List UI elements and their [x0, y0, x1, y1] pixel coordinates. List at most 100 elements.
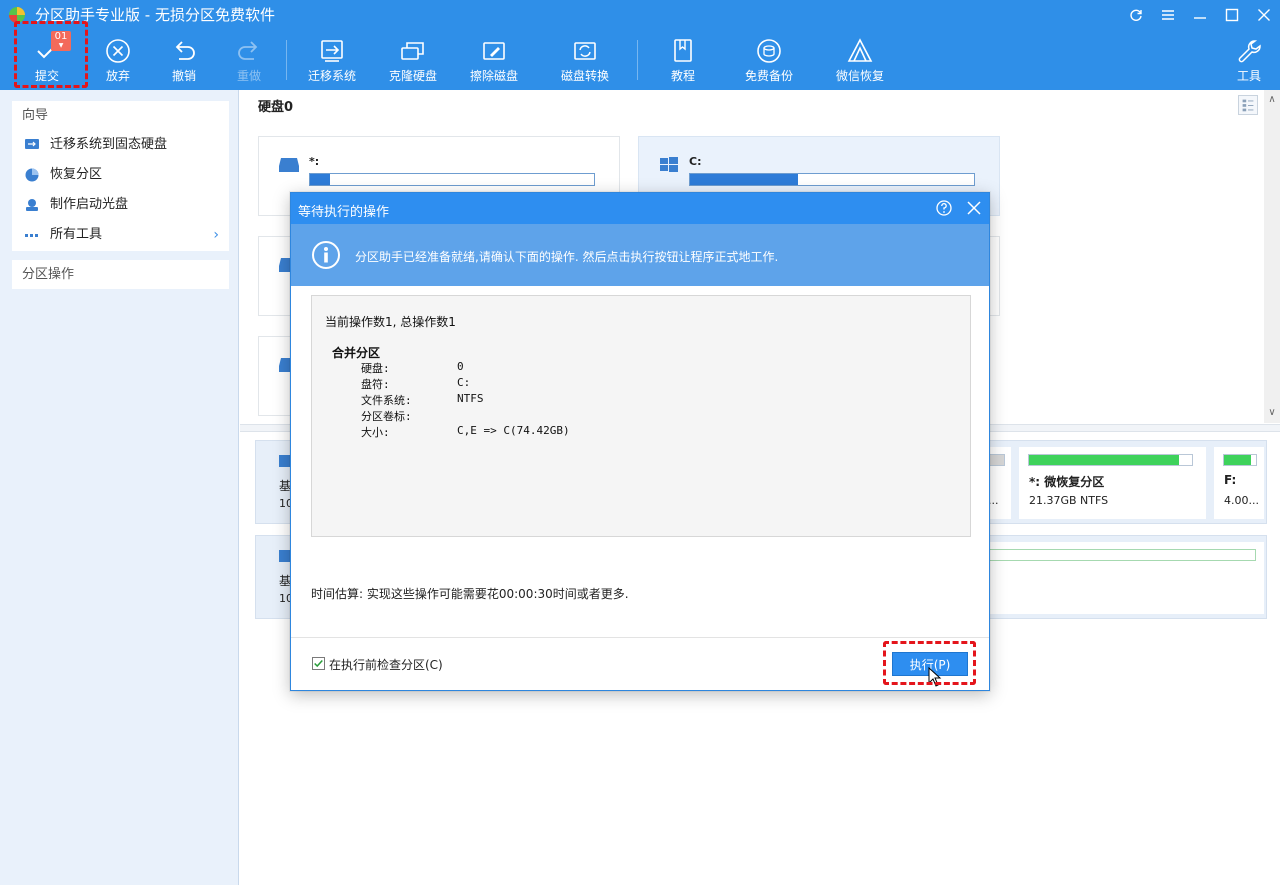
- info-icon: [312, 241, 340, 269]
- wipe-disk-icon: [483, 42, 505, 60]
- execute-highlight-box: [883, 641, 976, 685]
- detail-key: 大小:: [361, 426, 390, 439]
- toolbar-divider: [637, 40, 638, 80]
- partition-ops-title: 分区操作: [22, 267, 75, 282]
- partition-name: C:: [689, 155, 702, 168]
- sidebar-item-all-tools[interactable]: 所有工具 ›: [12, 220, 229, 250]
- chevron-right-icon: ›: [213, 227, 219, 243]
- detail-value: NTFS: [457, 392, 484, 405]
- help-icon[interactable]: [935, 199, 953, 217]
- commit-highlight-box: [14, 21, 88, 88]
- drive-icon: [279, 158, 299, 172]
- tools-label: 工具: [1236, 69, 1261, 83]
- time-estimate: 时间估算: 实现这些操作可能需要花00:00:30时间或者更多.: [311, 587, 629, 601]
- undo-button[interactable]: 撤销: [148, 36, 220, 88]
- wrench-icon: [1238, 40, 1261, 63]
- bootable-disc-icon: [26, 199, 38, 211]
- sidebar: 向导 迁移系统到固态硬盘 恢复分区 制作启动光盘 所有工具 › 分区操作: [0, 90, 239, 885]
- sidebar-item-bootable-disc[interactable]: 制作启动光盘: [12, 190, 229, 220]
- redo-button[interactable]: 重做: [213, 36, 285, 88]
- window-controls: [1120, 0, 1280, 30]
- wizard-title: 向导: [22, 108, 49, 123]
- wechat-recovery-button[interactable]: 微信恢复: [824, 36, 896, 88]
- migrate-os-icon: [321, 40, 343, 62]
- discard-label: 放弃: [105, 69, 130, 83]
- partition-name: *:: [309, 155, 320, 168]
- checkmark-icon: [314, 660, 323, 668]
- tools-button[interactable]: 工具: [1213, 36, 1280, 88]
- wizard-panel: 向导 迁移系统到固态硬盘 恢复分区 制作启动光盘 所有工具 ›: [12, 101, 229, 251]
- tutorial-button[interactable]: 教程: [647, 36, 719, 88]
- banner-text: 分区助手已经准备就绪,请确认下面的操作. 然后点击执行按钮让程序正式地工作.: [355, 250, 779, 264]
- book-icon: [674, 39, 692, 62]
- free-backup-button[interactable]: 免费备份: [733, 36, 805, 88]
- dialog-title: 等待执行的操作: [298, 205, 390, 220]
- scroll-up-icon[interactable]: ∧: [1264, 92, 1280, 108]
- clone-disk-icon: [401, 42, 424, 60]
- convert-disk-button[interactable]: 磁盘转换: [549, 36, 621, 88]
- operations-list: 当前操作数1, 总操作数1 合并分区 硬盘: 0 盘符: C: 文件系统: NTFS …: [311, 295, 971, 537]
- migrate-os-button[interactable]: 迁移系统: [296, 36, 368, 88]
- wechat-recovery-icon: [847, 38, 873, 62]
- discard-button[interactable]: 放弃: [82, 36, 154, 88]
- close-icon[interactable]: [965, 199, 983, 217]
- close-window-icon[interactable]: [1248, 0, 1280, 30]
- partition-info: 4.00...: [1224, 494, 1259, 507]
- pending-operations-dialog: 等待执行的操作 分区助手已经准备就绪,请确认下面的操作. 然后点击执行按钮让程序…: [290, 192, 990, 691]
- detail-key: 文件系统:: [361, 394, 412, 407]
- dialog-header: 等待执行的操作: [291, 193, 989, 224]
- convert-disk-label: 磁盘转换: [560, 69, 609, 83]
- backup-icon: [757, 39, 781, 63]
- partition-card-recovery[interactable]: *: 微恢复分区 21.37GB NTFS: [1019, 447, 1206, 519]
- refresh-icon[interactable]: [1120, 0, 1152, 30]
- menu-icon[interactable]: [1152, 0, 1184, 30]
- partition-card-f[interactable]: F: 4.00...: [1214, 447, 1264, 519]
- migrate-ssd-icon: [25, 139, 39, 149]
- dialog-divider: [291, 637, 989, 638]
- detail-value: 0: [457, 360, 464, 373]
- sidebar-item-label: 制作启动光盘: [50, 197, 129, 212]
- partition-usage-bar: [986, 549, 1256, 561]
- view-toggle-button[interactable]: [1238, 95, 1258, 115]
- sidebar-item-label: 所有工具: [50, 227, 103, 242]
- partition-name: F:: [1224, 473, 1237, 487]
- migrate-os-label: 迁移系统: [307, 69, 356, 83]
- partition-ops-panel: 分区操作: [12, 260, 229, 289]
- sidebar-item-label: 迁移系统到固态硬盘: [50, 137, 168, 152]
- partition-info: 21.37GB NTFS: [1029, 494, 1109, 507]
- partition-usage-bar: [309, 173, 595, 186]
- check-before-execute-checkbox[interactable]: [312, 657, 325, 670]
- partition-card[interactable]: [986, 542, 1264, 614]
- undo-icon: [175, 41, 195, 60]
- check-before-execute-label[interactable]: 在执行前检查分区(C): [329, 656, 443, 673]
- wechat-recovery-label: 微信恢复: [835, 69, 884, 83]
- undo-label: 撤销: [171, 69, 196, 83]
- redo-label: 重做: [236, 69, 261, 83]
- free-backup-label: 免费备份: [744, 69, 793, 83]
- maximize-icon[interactable]: [1216, 0, 1248, 30]
- disk-label: 硬盘0: [258, 100, 294, 115]
- discard-icon: [106, 39, 130, 63]
- vertical-scrollbar[interactable]: ∧ ∨: [1264, 90, 1280, 423]
- scroll-down-icon[interactable]: ∨: [1264, 405, 1280, 421]
- operation-count: 当前操作数1, 总操作数1: [325, 315, 456, 329]
- convert-disk-icon: [574, 42, 596, 60]
- list-view-icon: [1242, 99, 1254, 112]
- sidebar-item-recover-partition[interactable]: 恢复分区: [12, 160, 229, 190]
- wipe-disk-label: 擦除磁盘: [469, 69, 518, 83]
- detail-key: 硬盘:: [361, 362, 390, 375]
- partition-usage-bar: [1223, 454, 1257, 466]
- detail-key: 分区卷标:: [361, 410, 412, 423]
- all-tools-icon: [25, 234, 38, 237]
- minimize-icon[interactable]: [1184, 0, 1216, 30]
- recover-partition-icon: [25, 168, 39, 182]
- partition-name: *: 微恢复分区: [1029, 475, 1105, 489]
- detail-value: C,E => C(74.42GB): [457, 424, 570, 437]
- clone-disk-button[interactable]: 克隆硬盘: [377, 36, 449, 88]
- operation-name: 合并分区: [332, 346, 381, 360]
- partition-usage-bar: [1028, 454, 1193, 466]
- toolbar-divider: [286, 40, 287, 80]
- wipe-disk-button[interactable]: 擦除磁盘: [458, 36, 530, 88]
- partition-usage-bar: [689, 173, 975, 186]
- sidebar-item-migrate-ssd[interactable]: 迁移系统到固态硬盘: [12, 130, 229, 160]
